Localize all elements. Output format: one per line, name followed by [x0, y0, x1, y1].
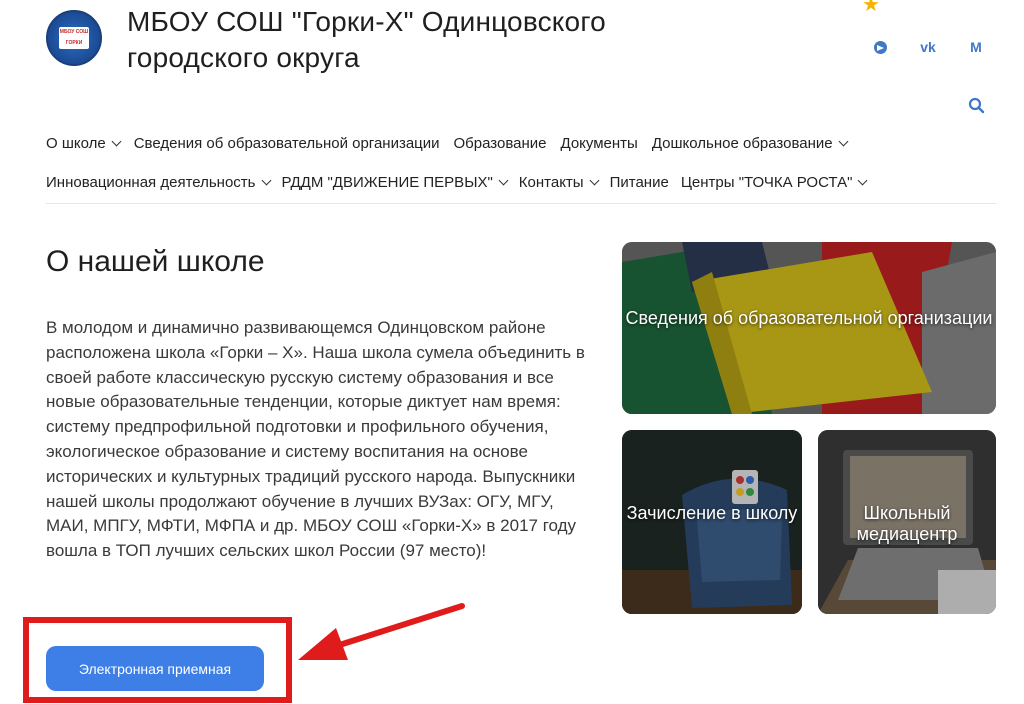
- nav-item-label: Сведения об образовательной организации: [133, 135, 440, 152]
- nav-item-documents[interactable]: Документы: [561, 135, 638, 152]
- nav-item-label: Образование: [453, 135, 547, 152]
- nav-item-info[interactable]: Сведения об образовательной организации: [134, 135, 440, 152]
- site-title[interactable]: МБОУ СОШ "Горки-Х" Одинцовского городско…: [127, 4, 747, 76]
- main-nav-row-2: Инновационная деятельность РДДМ "ДВИЖЕНИ…: [46, 174, 868, 191]
- chevron-down-icon: [111, 136, 122, 147]
- about-title: О нашей школе: [46, 245, 265, 278]
- nav-item-label: Дошкольное образование: [651, 135, 833, 152]
- max-icon[interactable]: M: [964, 36, 988, 58]
- card-org-info[interactable]: Сведения об образовательной организации: [622, 242, 996, 414]
- search-icon[interactable]: [966, 95, 988, 117]
- chevron-down-icon: [857, 175, 868, 186]
- nav-item-label: Инновационная деятельность: [46, 174, 256, 191]
- nav-item-label: О школе: [46, 135, 106, 152]
- nav-item-contacts[interactable]: Контакты: [518, 174, 600, 191]
- school-logo[interactable]: МБОУ СОШ ГОРКИ: [46, 10, 102, 66]
- card-enrollment-label: Зачисление в школу: [626, 503, 798, 523]
- card-org-info-label: Сведения об образовательной организации: [625, 308, 993, 328]
- nav-item-innovation[interactable]: Инновационная деятельность: [46, 174, 271, 191]
- nav-item-growth-centers[interactable]: Центры "ТОЧКА РОСТА": [680, 174, 868, 191]
- nav-item-label: Контакты: [518, 174, 584, 191]
- card-media-center[interactable]: Школьный медиацентр: [818, 430, 996, 614]
- nav-item-label: РДДМ "ДВИЖЕНИЕ ПЕРВЫХ": [281, 174, 493, 191]
- annotation-arrow-icon: [298, 603, 465, 660]
- nav-item-food[interactable]: Питание: [610, 174, 669, 191]
- chevron-down-icon: [589, 175, 600, 186]
- chevron-down-icon: [838, 136, 849, 147]
- chevron-down-icon: [498, 175, 509, 186]
- card-enrollment[interactable]: Зачисление в школу: [622, 430, 802, 614]
- main-nav-row-1: О школе Сведения об образовательной орга…: [46, 135, 849, 152]
- card-media-center-label: Школьный медиацентр: [856, 503, 958, 544]
- nav-item-label: Центры "ТОЧКА РОСТА": [680, 174, 853, 191]
- nav-divider: [46, 203, 996, 204]
- nav-item-rddm[interactable]: РДДМ "ДВИЖЕНИЕ ПЕРВЫХ": [281, 174, 509, 191]
- vk-icon[interactable]: vk: [916, 36, 940, 58]
- nav-item-about[interactable]: О школе: [46, 135, 122, 152]
- about-text: В молодом и динамично развивающемся Один…: [46, 318, 585, 561]
- electronic-reception-button[interactable]: Электронная приемная: [46, 646, 264, 691]
- chevron-down-icon: [261, 175, 271, 186]
- nav-item-label: Питание: [609, 174, 669, 191]
- logo-text: МБОУ СОШ ГОРКИ: [59, 27, 89, 49]
- nav-item-preschool[interactable]: Дошкольное образование: [651, 135, 849, 152]
- star-icon: ★: [862, 0, 880, 12]
- nav-item-label: Документы: [560, 135, 638, 152]
- nav-item-education[interactable]: Образование: [454, 135, 547, 152]
- telegram-icon[interactable]: [868, 36, 892, 58]
